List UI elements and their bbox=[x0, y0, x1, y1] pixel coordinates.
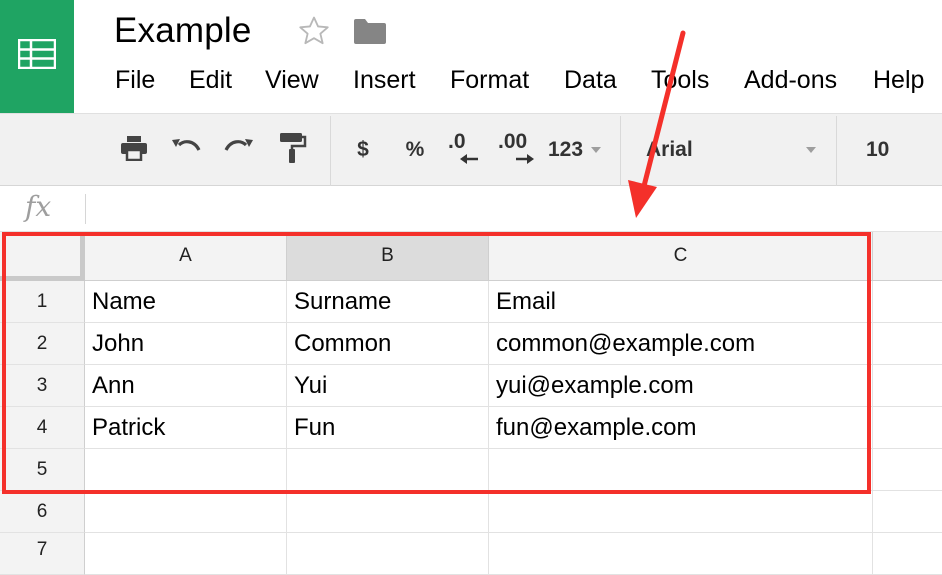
cell-b3[interactable]: Yui bbox=[287, 365, 489, 407]
column-header-b[interactable]: B bbox=[287, 232, 489, 281]
cell-c6[interactable] bbox=[489, 491, 873, 533]
cell-d6[interactable] bbox=[873, 491, 942, 533]
cell-a2[interactable]: John bbox=[85, 323, 287, 365]
percent-format-button[interactable]: % bbox=[398, 132, 432, 168]
increase-decimal-label: .00 bbox=[498, 130, 528, 153]
cell-c2[interactable]: common@example.com bbox=[489, 323, 873, 365]
folder-icon[interactable] bbox=[353, 17, 387, 50]
row-header-5[interactable]: 5 bbox=[0, 449, 85, 491]
arrow-right-icon bbox=[514, 151, 534, 169]
column-header-a[interactable]: A bbox=[85, 232, 287, 281]
menu-bar: File Edit View Insert Format Data Tools … bbox=[0, 62, 942, 102]
cell-d4[interactable] bbox=[873, 407, 942, 449]
menu-data[interactable]: Data bbox=[564, 66, 617, 95]
chevron-down-icon bbox=[806, 147, 816, 153]
cell-a7[interactable] bbox=[85, 533, 287, 575]
print-icon bbox=[119, 135, 149, 166]
row-header-2[interactable]: 2 bbox=[0, 323, 85, 365]
font-size-dropdown[interactable]: 10 bbox=[866, 132, 906, 168]
document-title[interactable]: Example bbox=[114, 11, 252, 51]
decrease-decimal-button[interactable]: .0 bbox=[448, 130, 488, 169]
menu-view[interactable]: View bbox=[265, 66, 319, 95]
column-header-c[interactable]: C bbox=[489, 232, 873, 281]
cell-c7[interactable] bbox=[489, 533, 873, 575]
redo-button[interactable] bbox=[221, 132, 257, 168]
toolbar-divider bbox=[836, 116, 837, 186]
increase-decimal-button[interactable]: .00 bbox=[498, 130, 540, 169]
paint-format-button[interactable] bbox=[274, 132, 310, 168]
cell-c4[interactable]: fun@example.com bbox=[489, 407, 873, 449]
formula-bar: fx bbox=[0, 186, 942, 232]
currency-label: $ bbox=[357, 138, 369, 161]
cell-a1[interactable]: Name bbox=[85, 281, 287, 323]
cell-c5[interactable] bbox=[489, 449, 873, 491]
cell-d2[interactable] bbox=[873, 323, 942, 365]
spreadsheet-grid: A B C 1 Name Surname Email 2 John Common… bbox=[0, 232, 942, 575]
font-size-value: 10 bbox=[866, 138, 890, 161]
menu-insert[interactable]: Insert bbox=[353, 66, 416, 95]
cell-a6[interactable] bbox=[85, 491, 287, 533]
menu-format[interactable]: Format bbox=[450, 66, 529, 95]
row-header-7[interactable]: 7 bbox=[0, 533, 85, 575]
cell-c1[interactable]: Email bbox=[489, 281, 873, 323]
number-format-label: 123 bbox=[548, 138, 584, 161]
menu-edit[interactable]: Edit bbox=[189, 66, 232, 95]
formula-input[interactable] bbox=[90, 194, 930, 224]
cell-a4[interactable]: Patrick bbox=[85, 407, 287, 449]
formula-bar-divider bbox=[85, 194, 86, 224]
cell-b6[interactable] bbox=[287, 491, 489, 533]
cell-d5[interactable] bbox=[873, 449, 942, 491]
row-header-3[interactable]: 3 bbox=[0, 365, 85, 407]
cell-d1[interactable] bbox=[873, 281, 942, 323]
decrease-decimal-label: .0 bbox=[448, 130, 466, 153]
cell-b2[interactable]: Common bbox=[287, 323, 489, 365]
toolbar-divider bbox=[330, 116, 331, 186]
font-family-dropdown[interactable]: Arial bbox=[646, 132, 816, 168]
currency-format-button[interactable]: $ bbox=[348, 132, 378, 168]
undo-button[interactable] bbox=[168, 132, 204, 168]
cell-a5[interactable] bbox=[85, 449, 287, 491]
row-header-1[interactable]: 1 bbox=[0, 281, 85, 323]
row-header-6[interactable]: 6 bbox=[0, 491, 85, 533]
fx-icon: fx bbox=[25, 190, 52, 223]
cell-b7[interactable] bbox=[287, 533, 489, 575]
menu-add-ons[interactable]: Add-ons bbox=[744, 66, 837, 95]
font-family-value: Arial bbox=[646, 138, 693, 161]
cell-d3[interactable] bbox=[873, 365, 942, 407]
row-header-4[interactable]: 4 bbox=[0, 407, 85, 449]
cell-b4[interactable]: Fun bbox=[287, 407, 489, 449]
cell-d7[interactable] bbox=[873, 533, 942, 575]
cell-a3[interactable]: Ann bbox=[85, 365, 287, 407]
toolbar-divider bbox=[620, 116, 621, 186]
menu-tools[interactable]: Tools bbox=[651, 66, 709, 95]
percent-label: % bbox=[405, 138, 425, 161]
menu-file[interactable]: File bbox=[115, 66, 155, 95]
arrow-left-icon bbox=[460, 151, 480, 169]
chevron-down-icon bbox=[591, 147, 602, 153]
cell-b1[interactable]: Surname bbox=[287, 281, 489, 323]
undo-icon bbox=[170, 136, 202, 165]
redo-icon bbox=[223, 136, 255, 165]
cell-b5[interactable] bbox=[287, 449, 489, 491]
select-all-corner[interactable] bbox=[0, 232, 85, 281]
paint-format-icon bbox=[277, 131, 307, 170]
menu-help[interactable]: Help bbox=[873, 66, 924, 95]
print-button[interactable] bbox=[116, 132, 152, 168]
cell-c3[interactable]: yui@example.com bbox=[489, 365, 873, 407]
star-icon[interactable] bbox=[297, 14, 331, 53]
number-format-dropdown[interactable]: 123 bbox=[548, 132, 606, 168]
column-header-overflow[interactable] bbox=[873, 232, 942, 281]
toolbar: $ % .0 .00 123 Arial 10 bbox=[0, 113, 942, 186]
